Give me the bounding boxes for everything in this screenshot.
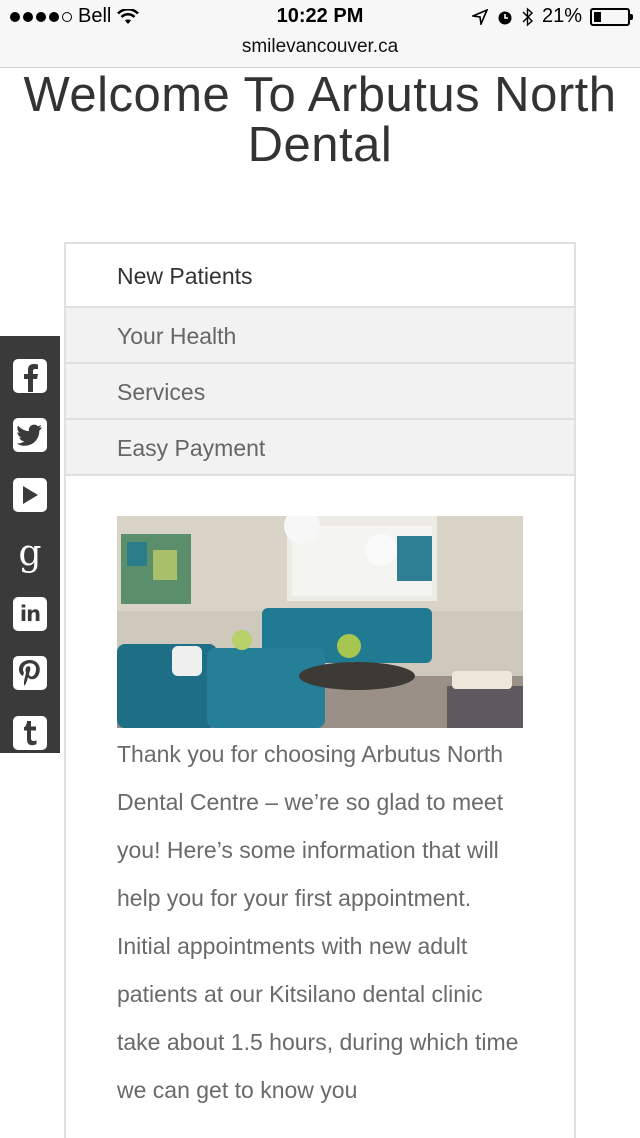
location-icon bbox=[471, 8, 488, 25]
battery-percent: 21% bbox=[541, 5, 582, 27]
youtube-icon bbox=[13, 477, 47, 512]
twitter-icon bbox=[13, 418, 47, 453]
status-icons: 21% bbox=[471, 5, 633, 28]
tab-easy-payment[interactable]: Easy Payment bbox=[66, 420, 574, 476]
tab-services[interactable]: Services bbox=[66, 364, 574, 420]
battery-icon bbox=[590, 7, 633, 26]
tumblr-link[interactable] bbox=[0, 703, 60, 763]
google-plus-link[interactable]: g bbox=[0, 525, 60, 585]
linkedin-link[interactable]: in bbox=[0, 584, 60, 644]
page-title: Welcome To Arbutus North Dental bbox=[23, 68, 617, 172]
tumblr-icon bbox=[13, 715, 47, 750]
facebook-link[interactable] bbox=[0, 346, 60, 406]
tab-new-patients[interactable]: New Patients bbox=[66, 244, 574, 308]
youtube-link[interactable] bbox=[0, 465, 60, 525]
social-sidebar: g in bbox=[0, 336, 60, 753]
bluetooth-icon bbox=[522, 6, 533, 27]
linkedin-icon: in bbox=[13, 596, 47, 631]
intro-paragraph: Thank you for choosing Arbutus North Den… bbox=[117, 741, 519, 1103]
tabs-panel: New Patients Your Health Services Easy P… bbox=[64, 242, 576, 1138]
pinterest-icon bbox=[13, 656, 47, 691]
twitter-link[interactable] bbox=[0, 406, 60, 466]
tab-content: Thank you for choosing Arbutus North Den… bbox=[66, 476, 574, 1114]
address-bar[interactable]: smilevancouver.ca bbox=[0, 34, 640, 68]
pinterest-link[interactable] bbox=[0, 644, 60, 704]
alarm-icon bbox=[498, 11, 512, 24]
facebook-icon bbox=[13, 358, 47, 393]
tab-your-health[interactable]: Your Health bbox=[66, 308, 574, 364]
status-bar: Bell 10:22 PM 21% bbox=[0, 0, 640, 34]
url-text[interactable]: smilevancouver.ca bbox=[242, 36, 398, 57]
clinic-lobby-image bbox=[117, 516, 523, 728]
google-plus-icon: g bbox=[18, 533, 42, 575]
